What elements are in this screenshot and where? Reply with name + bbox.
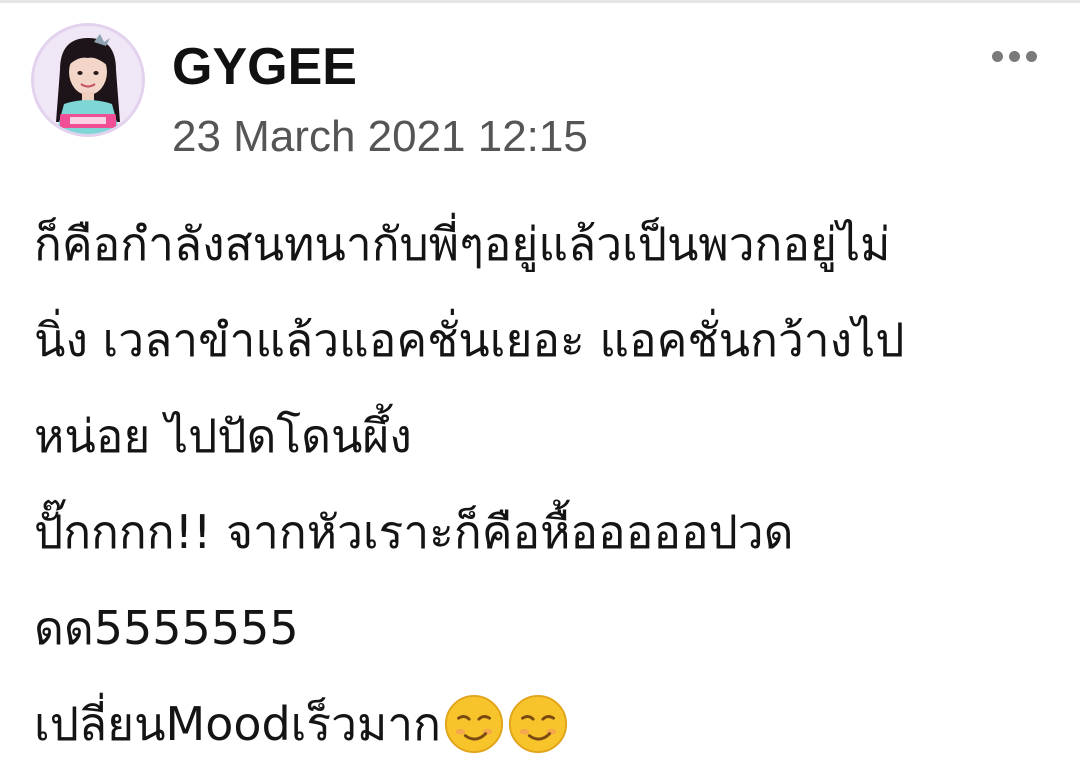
more-dots-icon	[991, 50, 1003, 62]
post-line: นิ่ง เวลาขำแล้วแอคชั่นเยอะ แอคชั่นกว้างไ…	[34, 292, 1044, 388]
top-divider	[0, 0, 1080, 3]
author-avatar[interactable]	[34, 26, 142, 134]
post-text: ปั๊กกกก!! จากหัวเราะก็คือหื้อออออปวด	[34, 505, 794, 559]
more-dots-icon	[1008, 50, 1020, 62]
post-text: ก็คือกำลังสนทนากับพี่ๆอยู่แล้วเป็นพวกอยู…	[34, 217, 891, 271]
post-line: เปลี่ยนMoodเร็วมาก	[34, 676, 1044, 772]
post-text: นิ่ง เวลาขำแล้วแอคชั่นเยอะ แอคชั่นกว้างไ…	[34, 313, 905, 367]
post-body: ก็คือกำลังสนทนากับพี่ๆอยู่แล้วเป็นพวกอยู…	[34, 196, 1044, 772]
more-options-button[interactable]	[984, 38, 1044, 74]
post-text: หน่อย ไปปัดโดนผึ้ง	[34, 409, 412, 463]
post-line: ก็คือกำลังสนทนากับพี่ๆอยู่แล้วเป็นพวกอยู…	[34, 196, 1044, 292]
more-dots-icon	[1025, 50, 1037, 62]
post-line: ปั๊กกกก!! จากหัวเราะก็คือหื้อออออปวด	[34, 484, 1044, 580]
smirking-face-emoji	[508, 694, 568, 754]
avatar-image	[34, 26, 142, 134]
post-text: เปลี่ยนMoodเร็วมาก	[34, 697, 441, 751]
post-line: หน่อย ไปปัดโดนผึ้ง	[34, 388, 1044, 484]
smirking-face-emoji	[444, 694, 504, 754]
post-timestamp: 23 March 2021 12:15	[172, 112, 588, 161]
author-name[interactable]: GYGEE	[172, 36, 357, 98]
post-text: ดด5555555	[34, 601, 299, 655]
post-line: ดด5555555	[34, 580, 1044, 676]
